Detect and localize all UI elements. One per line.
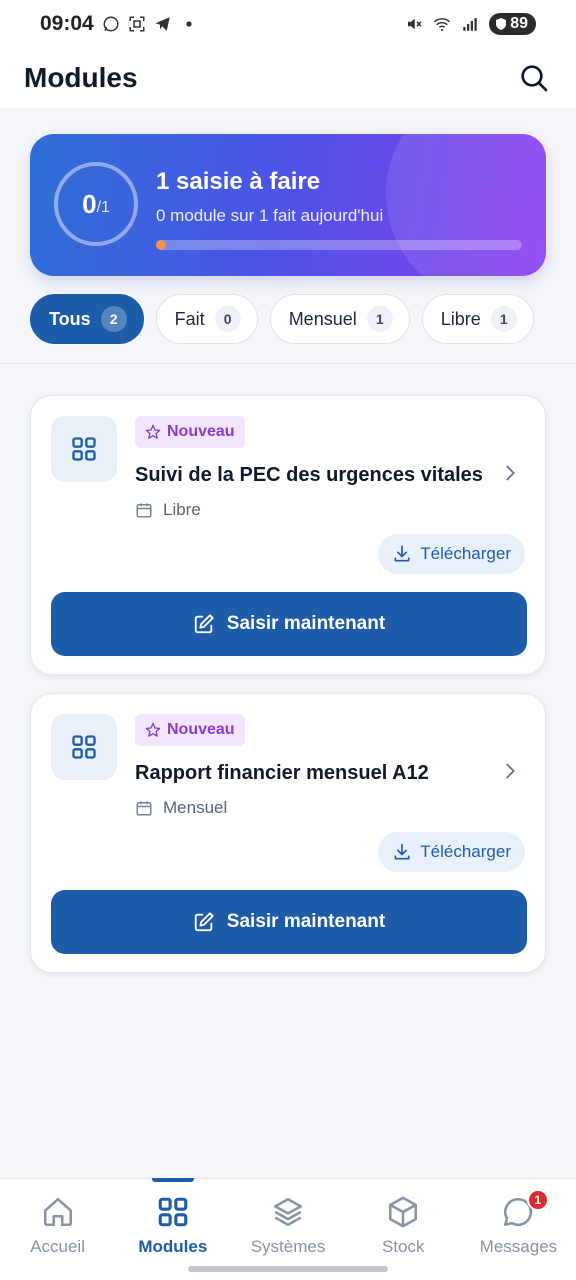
module-frequency-label: Mensuel bbox=[163, 798, 228, 817]
progress-subtitle: 0 module sur 1 fait aujourd'hui bbox=[156, 206, 384, 225]
signal-icon bbox=[463, 18, 477, 31]
progress-total: /1 bbox=[96, 199, 110, 216]
module-card[interactable]: Nouveau Rapport financier mensuel A12 Me… bbox=[30, 693, 546, 973]
search-icon bbox=[521, 65, 548, 92]
nav-item-systemes[interactable]: Systèmes bbox=[230, 1179, 345, 1280]
star-icon bbox=[145, 722, 161, 737]
filter-chip-mensuel[interactable]: Mensuel 1 bbox=[269, 294, 410, 344]
mute-icon bbox=[408, 18, 422, 30]
filter-chip-count: 0 bbox=[214, 306, 241, 332]
filter-chip-label: Libre bbox=[440, 308, 481, 329]
decorative-bubble bbox=[386, 134, 546, 276]
download-button[interactable]: Télécharger bbox=[378, 534, 525, 574]
grid-icon bbox=[158, 1197, 188, 1227]
download-label: Télécharger bbox=[420, 842, 511, 861]
filter-chip-fait[interactable]: Fait 0 bbox=[155, 294, 258, 344]
module-frequency: Libre bbox=[135, 500, 201, 520]
divider bbox=[0, 363, 576, 364]
nav-item-messages[interactable]: 1 Messages bbox=[461, 1179, 576, 1280]
nav-label: Modules bbox=[138, 1237, 208, 1256]
module-frequency-label: Libre bbox=[163, 500, 201, 519]
nav-label: Systèmes bbox=[250, 1237, 326, 1256]
enter-now-label: Saisir maintenant bbox=[226, 911, 386, 932]
module-frequency: Mensuel bbox=[135, 798, 227, 818]
bottom-nav: Accueil Modules Systèmes Stock 1 Message… bbox=[0, 1178, 576, 1280]
notification-badge: 1 bbox=[526, 1189, 549, 1211]
progress-card: 0 /1 1 saisie à faire 0 module sur 1 fai… bbox=[30, 134, 546, 276]
filter-chip-libre[interactable]: Libre 1 bbox=[421, 294, 534, 344]
progress-bar bbox=[156, 240, 522, 250]
module-card[interactable]: Nouveau Suivi de la PEC des urgences vit… bbox=[30, 395, 546, 675]
filter-chip-count: 2 bbox=[100, 306, 127, 332]
nav-label: Accueil bbox=[30, 1237, 85, 1256]
download-label: Télécharger bbox=[420, 544, 511, 563]
box-icon bbox=[389, 1196, 418, 1228]
filter-chip-count: 1 bbox=[490, 306, 517, 332]
new-badge: Nouveau bbox=[135, 714, 245, 746]
status-time: 09:04 bbox=[40, 12, 94, 35]
filter-chip-label: Fait bbox=[174, 308, 205, 329]
nav-label: Stock bbox=[381, 1237, 425, 1256]
star-icon bbox=[145, 424, 161, 439]
edit-icon bbox=[194, 614, 214, 634]
wifi-icon bbox=[434, 18, 451, 32]
nav-item-accueil[interactable]: Accueil bbox=[0, 1179, 115, 1280]
progress-done: 0 bbox=[82, 188, 97, 219]
nav-label: Messages bbox=[479, 1237, 558, 1256]
filter-chip-count: 1 bbox=[366, 306, 393, 332]
calendar-icon bbox=[136, 801, 152, 816]
nav-item-modules[interactable]: Modules bbox=[115, 1179, 230, 1280]
dot-icon bbox=[186, 21, 192, 27]
new-badge: Nouveau bbox=[135, 416, 245, 448]
battery-level: 89 bbox=[510, 15, 528, 32]
progress-bar-fill bbox=[156, 240, 166, 250]
status-bar: 09:04 89 bbox=[0, 0, 576, 48]
filter-chip-label: Tous bbox=[49, 308, 91, 329]
home-indicator[interactable] bbox=[188, 1266, 388, 1272]
filter-chip-tous[interactable]: Tous 2 bbox=[30, 294, 144, 344]
progress-title: 1 saisie à faire bbox=[156, 168, 321, 195]
app-bar: Modules bbox=[0, 48, 576, 108]
module-grid-icon bbox=[51, 416, 117, 482]
nav-item-stock[interactable]: Stock bbox=[346, 1179, 461, 1280]
search-button[interactable] bbox=[516, 60, 552, 96]
chevron-right-icon[interactable] bbox=[499, 760, 521, 782]
module-title: Rapport financier mensuel A12 bbox=[135, 762, 429, 784]
enter-now-label: Saisir maintenant bbox=[226, 613, 386, 634]
download-button[interactable]: Télécharger bbox=[378, 832, 525, 872]
enter-now-button[interactable]: Saisir maintenant bbox=[51, 890, 527, 954]
layers-icon bbox=[273, 1197, 303, 1227]
chevron-right-icon[interactable] bbox=[499, 462, 521, 484]
download-icon bbox=[394, 545, 410, 562]
filter-chips: Tous 2 Fait 0 Mensuel 1 Libre 1 bbox=[30, 294, 576, 346]
page-title: Modules bbox=[24, 62, 138, 93]
new-badge-label: Nouveau bbox=[167, 721, 235, 738]
home-icon bbox=[43, 1197, 72, 1227]
module-grid-icon bbox=[51, 714, 117, 780]
filter-chip-label: Mensuel bbox=[288, 308, 357, 329]
calendar-icon bbox=[136, 503, 152, 518]
whatsapp-icon bbox=[103, 16, 119, 32]
new-badge-label: Nouveau bbox=[167, 423, 235, 440]
enter-now-button[interactable]: Saisir maintenant bbox=[51, 592, 527, 656]
download-icon bbox=[394, 843, 410, 860]
telegram-icon bbox=[155, 17, 170, 31]
battery-icon: 89 bbox=[489, 13, 536, 35]
edit-icon bbox=[194, 912, 214, 932]
progress-ring: 0 /1 bbox=[54, 162, 138, 246]
module-title: Suivi de la PEC des urgences vitales bbox=[135, 464, 483, 486]
screenshot-icon bbox=[129, 16, 145, 32]
